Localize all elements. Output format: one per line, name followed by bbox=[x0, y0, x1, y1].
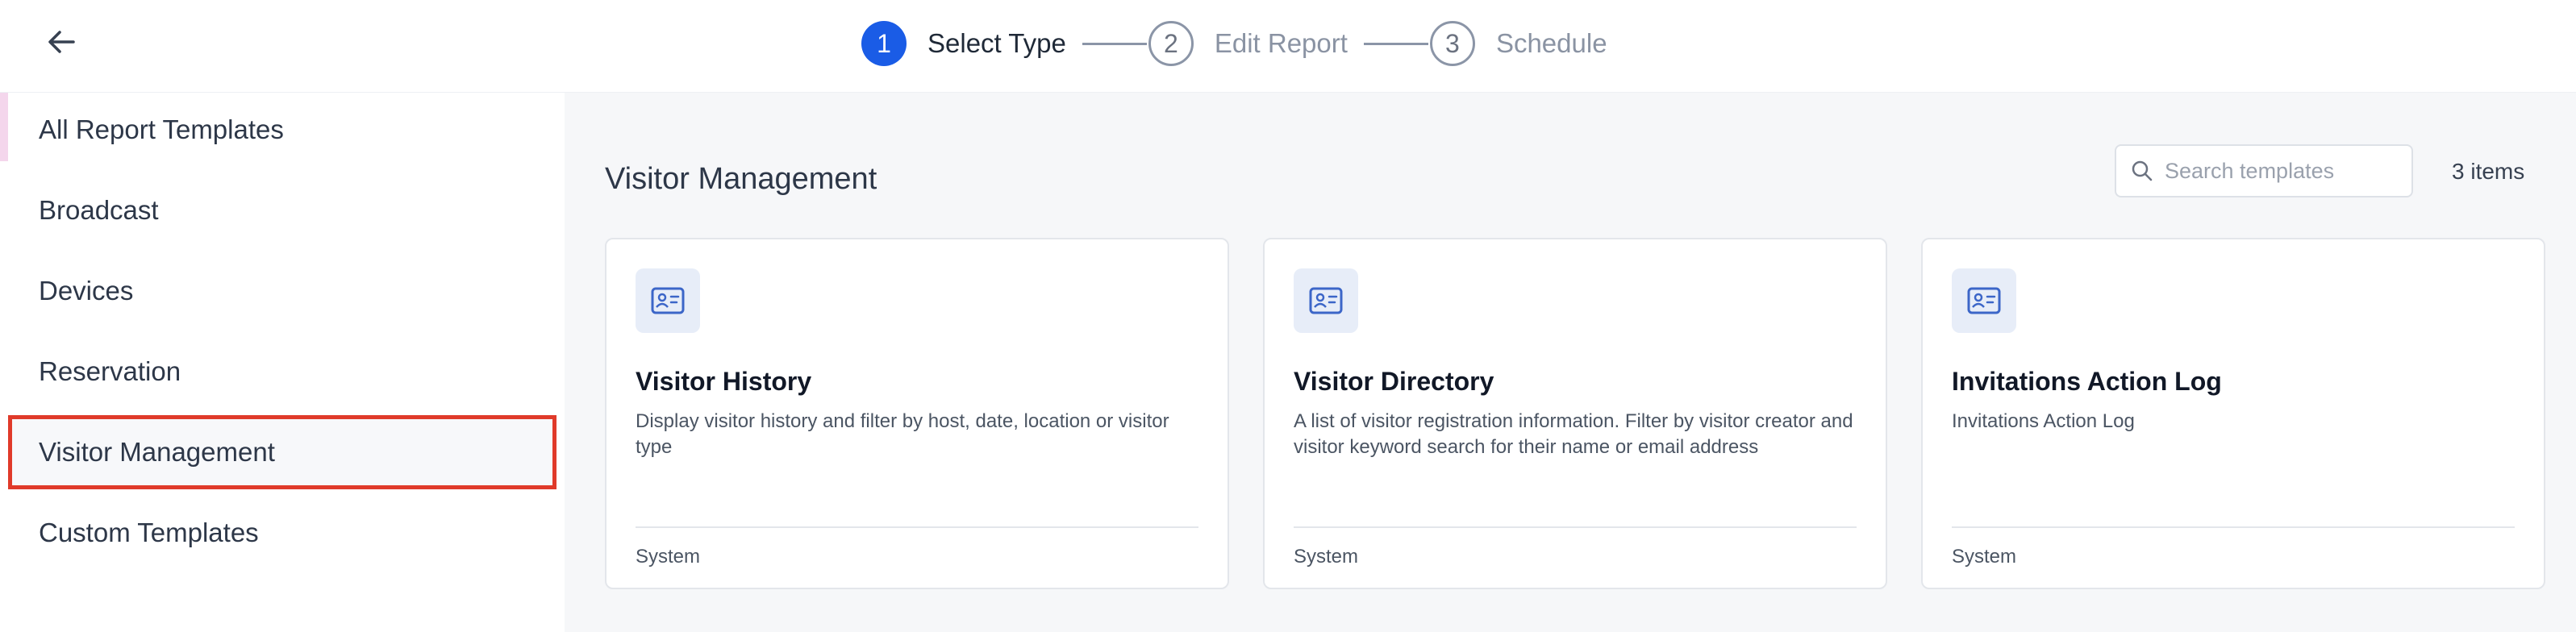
sidebar-item-visitor-management[interactable]: Visitor Management bbox=[8, 415, 556, 489]
sidebar-item-reservation[interactable]: Reservation bbox=[8, 335, 556, 409]
step-connector bbox=[1082, 42, 1147, 45]
card-divider bbox=[1294, 526, 1857, 528]
item-count: 3 items bbox=[2452, 159, 2525, 184]
card-footer: System bbox=[1294, 546, 1359, 568]
page-title: Visitor Management bbox=[605, 162, 877, 196]
card-description: Invitations Action Log bbox=[1952, 410, 2135, 432]
card-title: Visitor Directory bbox=[1294, 367, 1494, 396]
card-title: Visitor History bbox=[636, 367, 812, 396]
stepper: 1 Select Type 2 Edit Report 3 Schedule bbox=[861, 19, 1607, 68]
arrow-left-icon bbox=[48, 30, 75, 58]
back-button[interactable] bbox=[42, 26, 81, 61]
step-schedule[interactable]: 3 Schedule bbox=[1429, 21, 1607, 66]
card-description: Display visitor history and filter by ho… bbox=[636, 410, 1169, 458]
card-title: Invitations Action Log bbox=[1952, 367, 2222, 396]
card-footer: System bbox=[636, 546, 701, 568]
search-input[interactable] bbox=[2163, 157, 2400, 185]
id-card-icon bbox=[636, 268, 700, 333]
top-bar: 1 Select Type 2 Edit Report 3 Schedule bbox=[0, 0, 2576, 93]
sidebar-item-custom-templates[interactable]: Custom Templates bbox=[8, 496, 556, 570]
step-number: 1 bbox=[861, 21, 907, 66]
card-footer: System bbox=[1952, 546, 2017, 568]
sidebar-item-devices[interactable]: Devices bbox=[8, 254, 556, 328]
template-card-invitations-action-log[interactable]: Invitations Action Log Invitations Actio… bbox=[1921, 238, 2545, 589]
template-card-visitor-directory[interactable]: Visitor Directory A list of visitor regi… bbox=[1263, 238, 1887, 589]
step-label: Schedule bbox=[1495, 28, 1607, 58]
card-description: A list of visitor registration informati… bbox=[1294, 410, 1853, 458]
sidebar-item-broadcast[interactable]: Broadcast bbox=[8, 173, 556, 247]
step-number: 2 bbox=[1148, 21, 1194, 66]
template-card-visitor-history[interactable]: Visitor History Display visitor history … bbox=[605, 238, 1229, 589]
step-select-type[interactable]: 1 Select Type bbox=[861, 21, 1066, 66]
step-label: Select Type bbox=[927, 28, 1066, 58]
main-content: Visitor Management 3 items Visitor Histo… bbox=[565, 93, 2576, 632]
card-divider bbox=[1952, 526, 2515, 528]
id-card-icon bbox=[1952, 268, 2016, 333]
sidebar-item-all-report-templates[interactable]: All Report Templates bbox=[8, 93, 556, 167]
search-icon bbox=[2131, 160, 2153, 182]
id-card-icon bbox=[1294, 268, 1358, 333]
card-divider bbox=[636, 526, 1198, 528]
step-edit-report[interactable]: 2 Edit Report bbox=[1148, 21, 1348, 66]
step-connector bbox=[1363, 42, 1428, 45]
step-number: 3 bbox=[1429, 21, 1475, 66]
category-sidebar: All Report Templates Broadcast Devices R… bbox=[8, 93, 565, 632]
search-box[interactable] bbox=[2115, 144, 2413, 198]
step-label: Edit Report bbox=[1214, 28, 1348, 58]
